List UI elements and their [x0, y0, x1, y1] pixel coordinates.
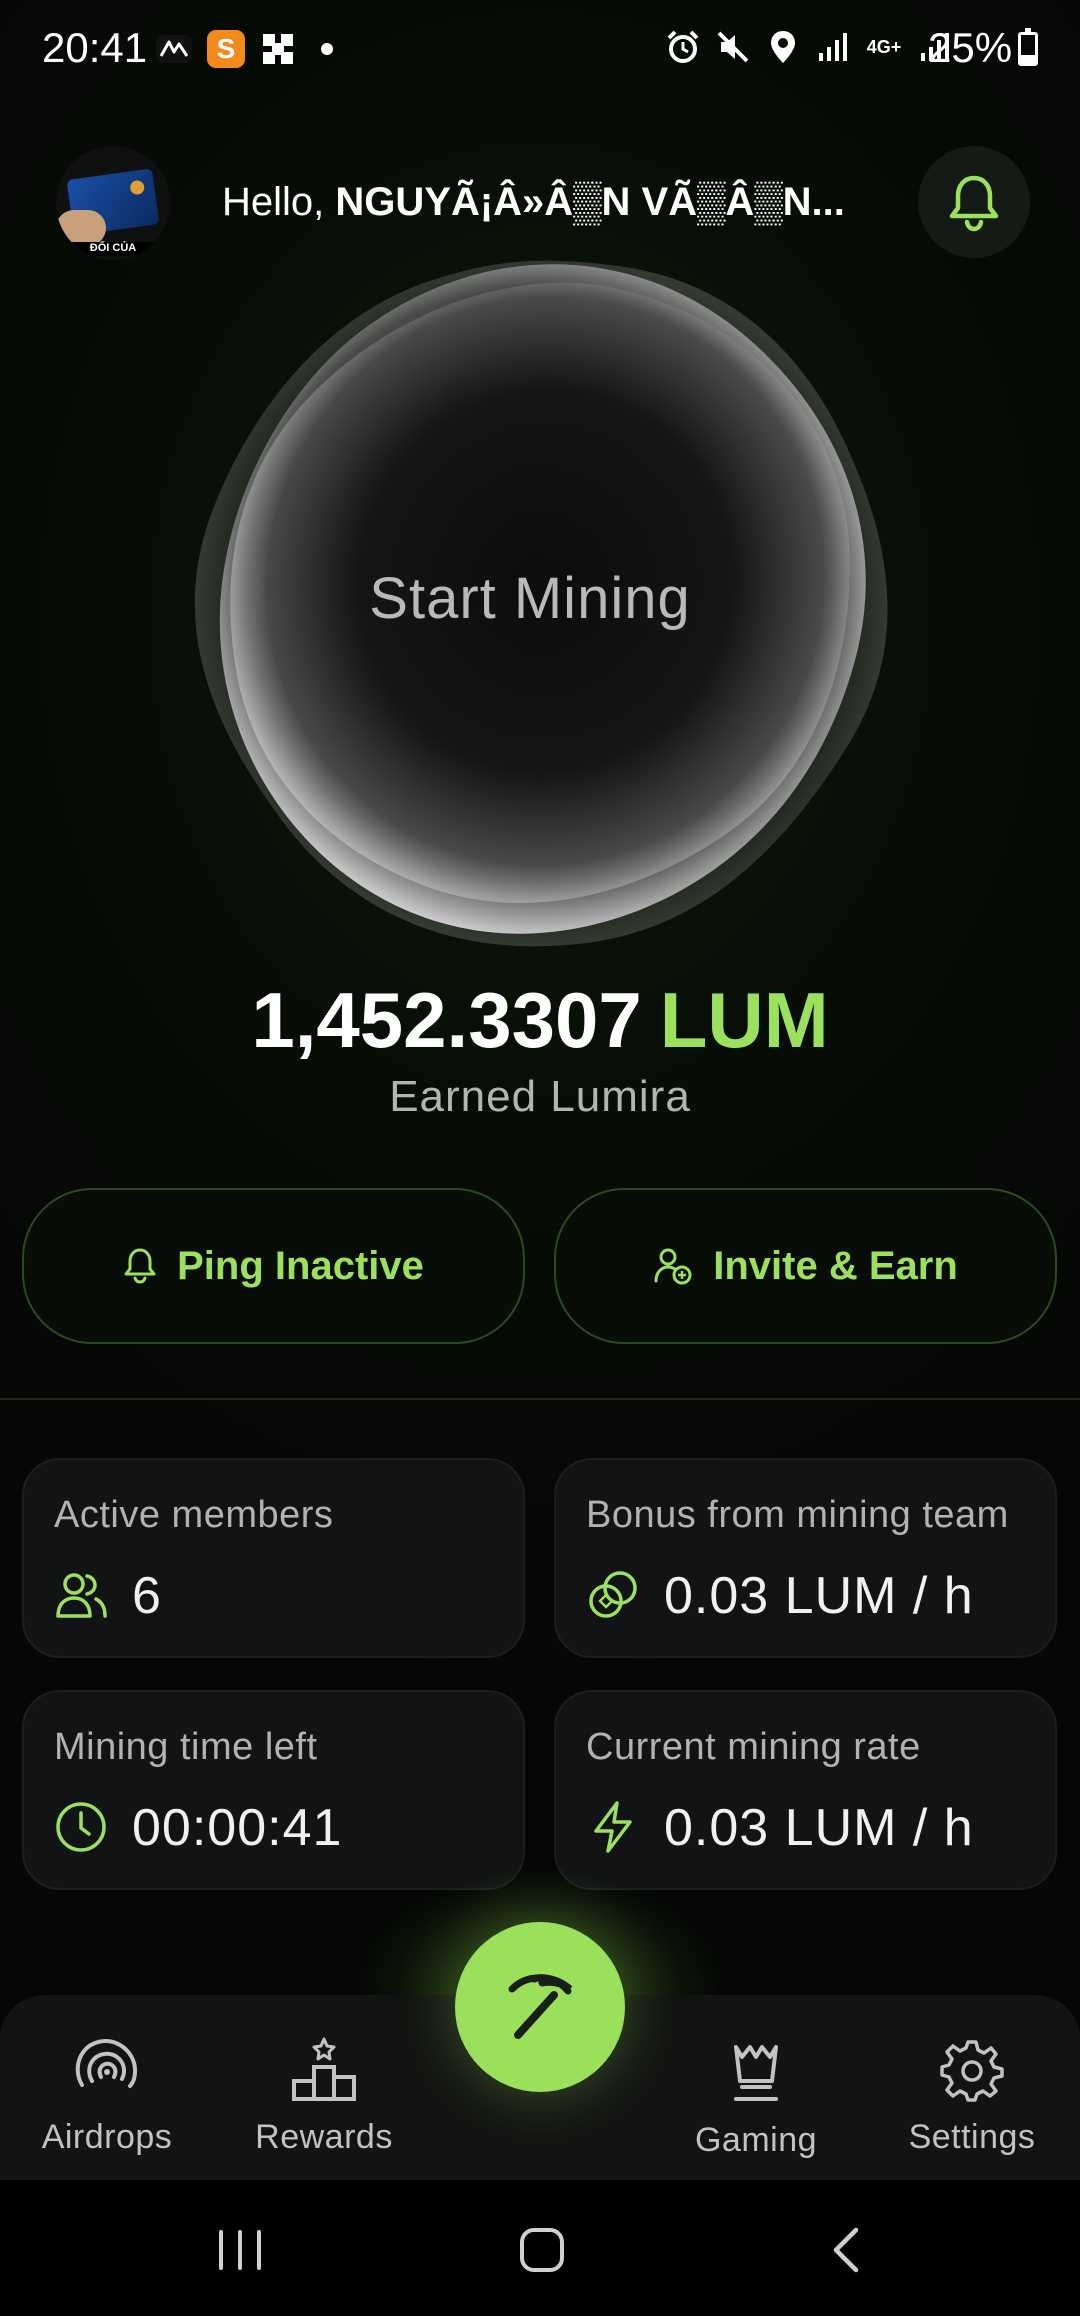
avatar-caption: ĐỐI CỦA	[56, 242, 170, 256]
signal-icon	[814, 28, 852, 66]
gear-icon	[872, 2030, 1072, 2110]
back-icon	[833, 2227, 859, 2273]
grid-app-icon	[259, 30, 297, 68]
ping-inactive-button[interactable]: Ping Inactive	[22, 1188, 525, 1344]
4g-plus-icon: 4G+	[866, 36, 902, 57]
coins-icon	[586, 1568, 640, 1622]
mining-rate-value: 0.03 LUM / h	[664, 1799, 974, 1857]
alarm-icon	[664, 28, 702, 66]
mine-button[interactable]	[455, 1922, 625, 2092]
home-button[interactable]	[502, 2210, 582, 2290]
balance: 1,452.3307 LUM	[0, 975, 1080, 1066]
s-app-icon: S	[207, 30, 245, 68]
invite-earn-label: Invite & Earn	[713, 1243, 958, 1288]
balance-value: 1,452.3307	[251, 976, 642, 1064]
notification-dot	[321, 43, 333, 55]
mute-icon	[714, 28, 752, 66]
mining-rate-label: Current mining rate	[586, 1726, 921, 1768]
greeting: Hello, NGUYÃ¡Â»Â▒N VÃ▒Â▒N...	[222, 180, 845, 225]
clock-icon	[54, 1800, 108, 1854]
activity-icon	[155, 30, 193, 68]
balance-caption: Earned Lumira	[389, 1072, 691, 1121]
time-left-value: 00:00:41	[132, 1799, 343, 1857]
avatar-hand-image	[56, 210, 106, 246]
users-icon	[54, 1568, 108, 1622]
active-members-value: 6	[132, 1567, 162, 1625]
ping-inactive-label: Ping Inactive	[177, 1243, 424, 1288]
pickaxe-icon	[508, 1974, 573, 2039]
bonus-card: Bonus from mining team 0.03 LUM / h	[554, 1458, 1057, 1658]
invite-earn-button[interactable]: Invite & Earn	[554, 1188, 1057, 1344]
nav-rewards[interactable]: Rewards	[224, 2030, 424, 2157]
divider	[0, 1398, 1080, 1400]
time-left-label: Mining time left	[54, 1726, 318, 1768]
podium-icon	[224, 2030, 424, 2110]
location-icon	[764, 28, 802, 66]
crown-icon	[656, 2033, 856, 2113]
battery-percentage: 25%	[928, 24, 1013, 71]
nav-gaming[interactable]: Gaming	[656, 2033, 856, 2160]
user-add-icon	[654, 1248, 692, 1285]
active-members-card: Active members 6	[22, 1458, 525, 1658]
nav-settings[interactable]: Settings	[872, 2030, 1072, 2157]
battery-icon	[1018, 28, 1038, 66]
recent-apps-button[interactable]	[200, 2210, 280, 2290]
bonus-value: 0.03 LUM / h	[664, 1567, 974, 1625]
nav-gaming-label: Gaming	[694, 2121, 818, 2159]
status-left-icons: S	[155, 30, 333, 68]
active-members-label: Active members	[54, 1494, 334, 1536]
recent-apps-icon	[219, 2230, 261, 2270]
status-right-icons: 4G+	[664, 28, 954, 66]
user-name: NGUYÃ¡Â»Â▒N VÃ▒Â▒N...	[335, 180, 845, 224]
nav-airdrops-label: Airdrops	[41, 2118, 173, 2156]
nav-rewards-label: Rewards	[255, 2118, 393, 2156]
nav-airdrops[interactable]: Airdrops	[7, 2030, 207, 2157]
back-button[interactable]	[806, 2210, 886, 2290]
status-time: 20:41	[42, 24, 148, 71]
avatar[interactable]: ĐỐI CỦA	[56, 146, 170, 260]
nav-settings-label: Settings	[908, 2118, 1036, 2156]
notifications-button[interactable]	[918, 146, 1030, 258]
bonus-label: Bonus from mining team	[586, 1494, 1009, 1536]
lightning-icon	[586, 1800, 640, 1854]
start-mining-label[interactable]: Start Mining	[180, 565, 880, 632]
airdrop-icon	[7, 2030, 207, 2110]
bell-icon	[949, 175, 999, 232]
bell-icon	[124, 1248, 156, 1284]
balance-unit: LUM	[659, 976, 829, 1064]
home-icon	[520, 2228, 564, 2272]
greeting-prefix: Hello,	[222, 180, 325, 224]
